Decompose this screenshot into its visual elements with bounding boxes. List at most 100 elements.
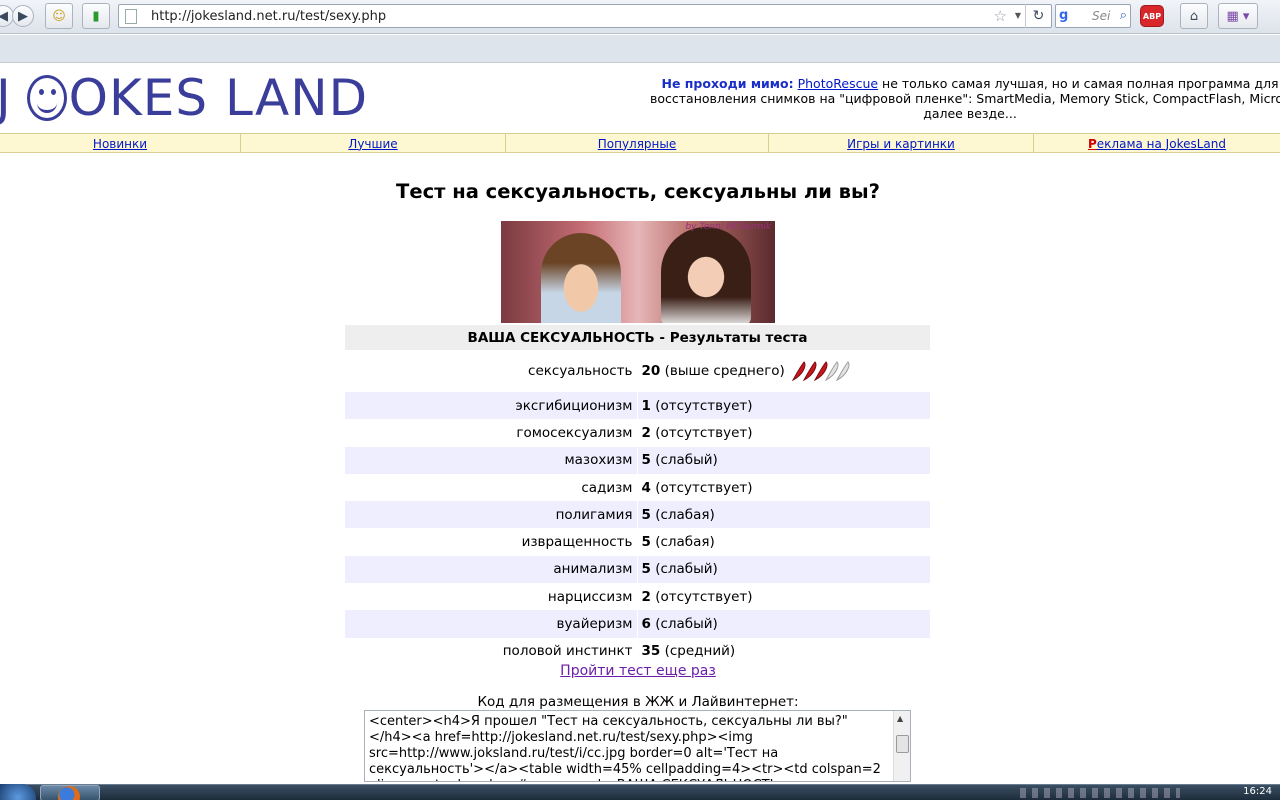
addon-icon: ☺ <box>52 8 66 24</box>
result-value: 5 (слабый) <box>637 555 930 584</box>
taskbar-clock: 16:24 <box>1243 786 1272 797</box>
search-icon[interactable]: ⌕ <box>1120 8 1127 23</box>
site-nav: Новинки Лучшие Популярные Игры и картинк… <box>0 133 1280 153</box>
promo-link[interactable]: PhotoRescue <box>798 76 878 91</box>
result-score: 1 <box>641 397 651 414</box>
logo-initial: J <box>0 69 12 127</box>
history-dropdown-icon[interactable]: ▼ <box>1015 11 1021 20</box>
result-label: нарциссизм <box>345 583 638 611</box>
textarea-scrollbar[interactable]: ▲ <box>893 711 910 781</box>
chili-filled-icon <box>813 361 828 382</box>
nav-cell-games: Игры и картинки <box>769 134 1034 153</box>
browser-toolbar: ◀ ▶ ☺ ▮ http://jokesland.net.ru/test/sex… <box>0 0 1280 34</box>
photo-signature: by Tenni MCkormik <box>685 222 771 232</box>
page-title: Тест на сексуальность, сексуальны ли вы? <box>396 180 880 203</box>
page-icon <box>125 9 137 24</box>
address-bar[interactable]: http://jokesland.net.ru/test/sexy.php ☆ … <box>118 4 1052 28</box>
nav-link-games[interactable]: Игры и картинки <box>847 137 955 151</box>
result-value: 6 (слабый) <box>637 610 930 638</box>
result-row: полигамия 5 (слабая) <box>345 501 930 529</box>
forward-arrow-icon: ▶ <box>18 8 28 24</box>
result-row: эксгибиционизм 1 (отсутствует) <box>345 392 930 420</box>
result-desc: (слабый) <box>655 561 718 578</box>
chili-filled-icon <box>791 361 806 382</box>
result-value: 5 (слабая) <box>637 528 930 555</box>
result-desc: (отсутствует) <box>655 424 753 441</box>
photo-woman <box>661 227 751 323</box>
result-score: 35 <box>641 643 661 660</box>
bar-chart-icon: ▮ <box>92 8 100 24</box>
nav-cell-new: Новинки <box>0 134 241 153</box>
home-button[interactable]: ⌂ <box>1180 3 1208 29</box>
os-taskbar: 16:24 <box>0 784 1280 800</box>
stats-button[interactable]: ▮ <box>82 3 110 29</box>
bookmark-star-icon[interactable]: ☆ <box>994 7 1007 25</box>
result-score: 20 <box>641 363 661 379</box>
result-desc: (слабый) <box>655 616 718 633</box>
test-photo: by Tenni MCkormik <box>501 221 775 323</box>
photo-man <box>541 233 621 323</box>
result-row: садизм 4 (отсутствует) <box>345 473 930 502</box>
result-desc: (слабая) <box>655 534 715 551</box>
addon-button[interactable]: ☺ <box>45 3 73 29</box>
result-desc: (отсутствует) <box>655 479 753 496</box>
nav-ads-rest: еклама на JokesLand <box>1096 136 1226 151</box>
retake-link[interactable]: Пройти тест еще раз <box>560 663 716 679</box>
promo-line1: не только самая лучшая, но и самая полна… <box>878 76 1279 91</box>
result-score: 5 <box>641 506 651 523</box>
result-value: 35 (средний) <box>637 638 930 665</box>
forward-button[interactable]: ▶ <box>12 5 34 27</box>
result-row: анимализм 5 (слабый) <box>345 555 930 584</box>
result-label: вуайеризм <box>345 610 638 638</box>
result-label: полигамия <box>345 501 638 529</box>
result-desc: (отсутствует) <box>655 397 753 414</box>
embed-code-text[interactable]: <center><h4>Я прошел "Тест на сексуально… <box>369 714 887 781</box>
promo-lead: Не проходи мимо: <box>661 76 794 91</box>
bookmarks-strip <box>0 35 1280 63</box>
result-label: извращенность <box>345 528 638 556</box>
reload-icon: ↻ <box>1032 8 1045 24</box>
result-desc: (средний) <box>664 643 736 660</box>
nav-link-new[interactable]: Новинки <box>93 137 147 151</box>
search-box[interactable]: g Sei ⌕ <box>1055 4 1131 28</box>
result-value: 5 (слабая) <box>637 501 930 529</box>
result-score: 2 <box>641 424 651 441</box>
result-score: 2 <box>641 588 651 605</box>
result-row: сексуальность 20 (выше среднего) <box>345 350 930 392</box>
nav-ads-initial: Р <box>1088 136 1097 151</box>
result-desc: (отсутствует) <box>655 588 753 605</box>
embed-code-textarea[interactable]: <center><h4>Я прошел "Тест на сексуально… <box>364 710 911 782</box>
results-header-row: ВАША СЕКСУАЛЬНОСТЬ - Результаты теста <box>345 325 930 350</box>
embed-code-label: Код для размещения в ЖЖ и Лайвинтернет: <box>477 694 799 710</box>
back-arrow-icon: ◀ <box>0 8 8 24</box>
result-row: нарциссизм 2 (отсутствует) <box>345 583 930 611</box>
result-value: 2 (отсутствует) <box>637 583 930 610</box>
search-input[interactable]: Sei <box>1092 9 1110 23</box>
adblock-button[interactable]: ABP <box>1140 5 1164 27</box>
nav-link-best[interactable]: Лучшие <box>348 137 397 151</box>
result-label: мазохизм <box>345 446 638 474</box>
scroll-up-icon[interactable]: ▲ <box>897 714 903 723</box>
nav-link-popular[interactable]: Популярные <box>598 137 677 151</box>
google-icon: g <box>1059 8 1069 23</box>
promo-line3: далее везде... <box>923 106 1017 121</box>
result-score: 5 <box>641 534 651 551</box>
result-value: 20 (выше среднего) <box>637 350 930 392</box>
result-label: садизм <box>345 473 638 502</box>
apps-button[interactable]: ▦ ▾ <box>1218 3 1258 29</box>
nav-cell-ads: Реклама на JokesLand <box>1034 134 1280 153</box>
result-value: 4 (отсутствует) <box>637 474 930 501</box>
result-label: анимализм <box>345 555 638 584</box>
chili-rating-icon <box>791 361 850 382</box>
nav-link-ads[interactable]: Реклама на JokesLand <box>1088 137 1226 151</box>
url-text: http://jokesland.net.ru/test/sexy.php <box>151 9 387 24</box>
result-desc: (слабая) <box>655 506 715 523</box>
result-label: эксгибиционизм <box>345 392 638 420</box>
site-logo[interactable]: J OKES LAND <box>0 68 368 128</box>
start-button[interactable] <box>0 784 36 800</box>
scroll-thumb[interactable] <box>896 735 909 753</box>
system-tray <box>1020 788 1180 798</box>
reload-button[interactable]: ↻ <box>1025 4 1051 28</box>
result-score: 5 <box>641 452 651 469</box>
results-table: ВАША СЕКСУАЛЬНОСТЬ - Результаты теста се… <box>345 325 930 665</box>
